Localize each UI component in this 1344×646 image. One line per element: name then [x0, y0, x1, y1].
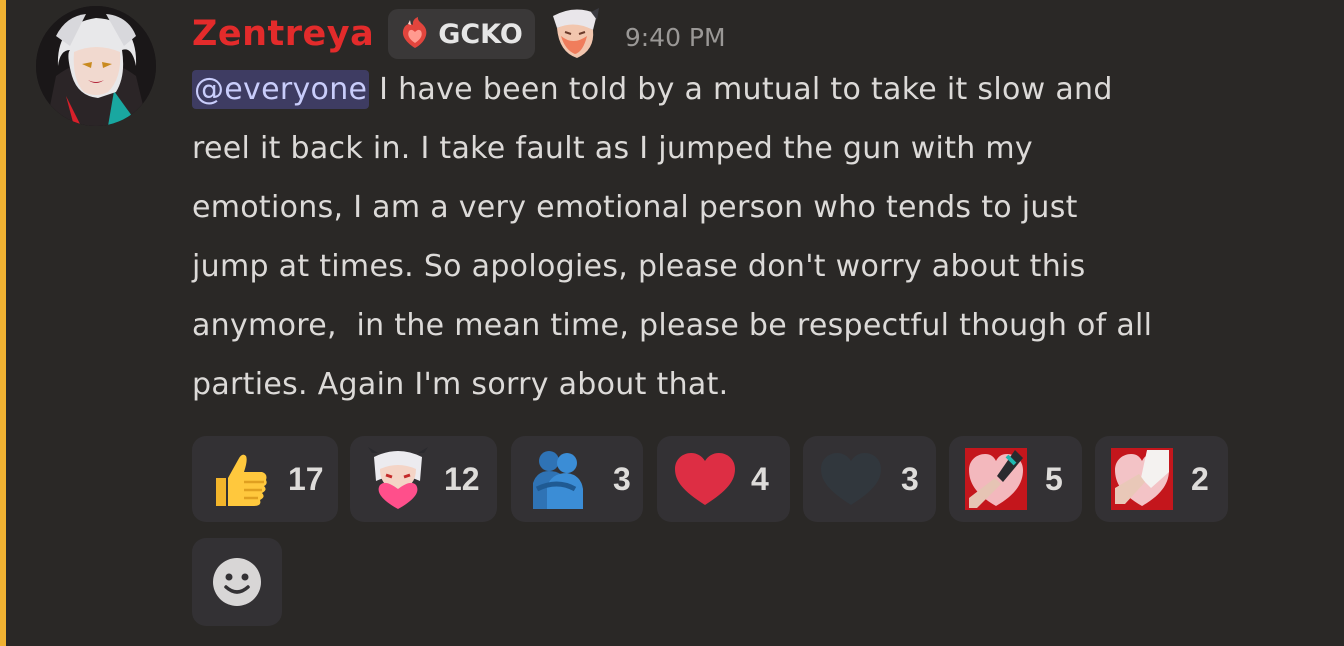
reaction-count: 3 [613, 460, 631, 497]
reaction-count: 5 [1045, 460, 1063, 497]
smiley-add-icon [213, 558, 261, 606]
thumbs-up-icon [216, 454, 267, 506]
message-line: parties. Again I'm sorry about that. [192, 367, 729, 402]
reaction-count: 3 [901, 460, 919, 497]
reaction-count: 4 [751, 460, 769, 497]
message-text: I have been told by a mutual to take it … [369, 72, 1113, 107]
reaction-black-heart[interactable]: 3 [803, 436, 936, 522]
flame-heart-icon [403, 17, 427, 48]
server-tag[interactable]: GCKO [388, 9, 535, 59]
message-line: @everyone I have been told by a mutual t… [192, 60, 1332, 119]
reaction-count: 17 [288, 460, 324, 497]
reaction-count: 12 [444, 460, 480, 497]
message-container: Zentreya GCKO 9:40 PM @everyone I have b… [0, 0, 1344, 646]
reaction-people-hugging[interactable]: 3 [511, 436, 643, 522]
message-content: @everyone I have been told by a mutual t… [192, 60, 1332, 414]
add-reaction-button[interactable] [192, 538, 282, 626]
reaction-count: 2 [1191, 460, 1209, 497]
character-sticker-icon [552, 8, 599, 59]
server-tag-label: GCKO [438, 18, 523, 50]
reaction-holding-hands-heart[interactable]: 5 [949, 436, 1082, 522]
author-name[interactable]: Zentreya [192, 14, 374, 54]
message-line: emotions, I am a very emotional person w… [192, 190, 1078, 225]
black-heart-icon [821, 453, 881, 505]
message-line: reel it back in. I take fault as I jumpe… [192, 131, 1033, 166]
everyone-mention[interactable]: @everyone [192, 70, 370, 109]
holding-hands-heart-2-icon [1111, 448, 1173, 510]
reaction-holding-hands-heart-2[interactable]: 2 [1095, 436, 1228, 522]
character-heart-icon [368, 447, 428, 509]
mention-highlight-bar [0, 0, 6, 646]
reaction-red-heart[interactable]: 4 [657, 436, 790, 522]
timestamp: 9:40 PM [624, 22, 726, 52]
red-heart-icon [675, 453, 735, 505]
hugging-people-icon [533, 451, 583, 509]
reaction-thumbs-up[interactable]: 17 [192, 436, 338, 522]
message-header: Zentreya GCKO 9:40 PM [192, 6, 726, 62]
message-line: anymore, in the mean time, please be res… [192, 308, 1153, 343]
avatar[interactable] [36, 6, 156, 126]
message-line: jump at times. So apologies, please don'… [192, 249, 1086, 284]
reaction-character-heart[interactable]: 12 [350, 436, 497, 522]
holding-hands-heart-icon [965, 448, 1027, 510]
